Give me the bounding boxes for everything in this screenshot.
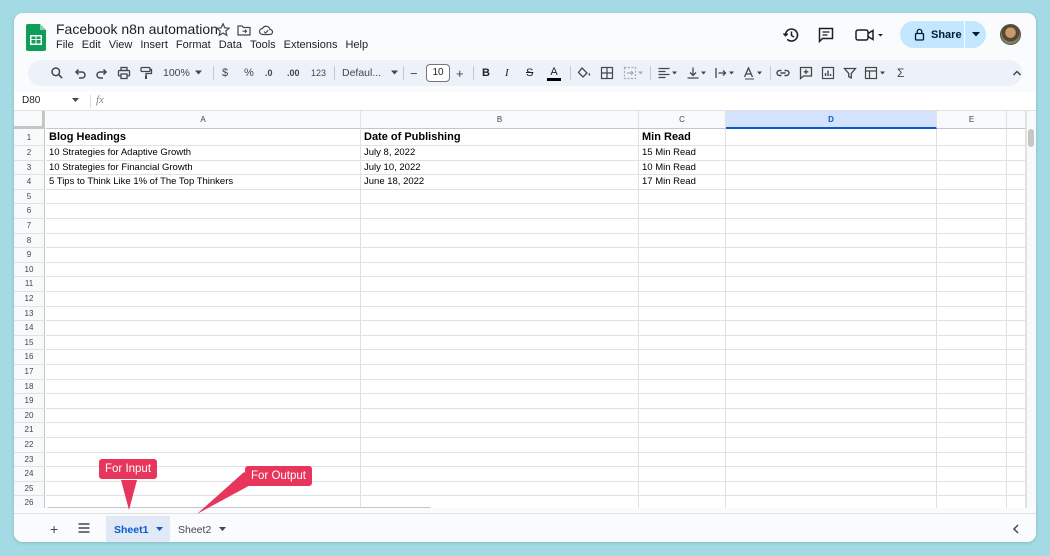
input-arrow [121,480,137,510]
callout-for-input: For Input [99,459,158,479]
annotation-arrows [121,472,256,514]
callout-for-output: For Output [245,466,312,486]
